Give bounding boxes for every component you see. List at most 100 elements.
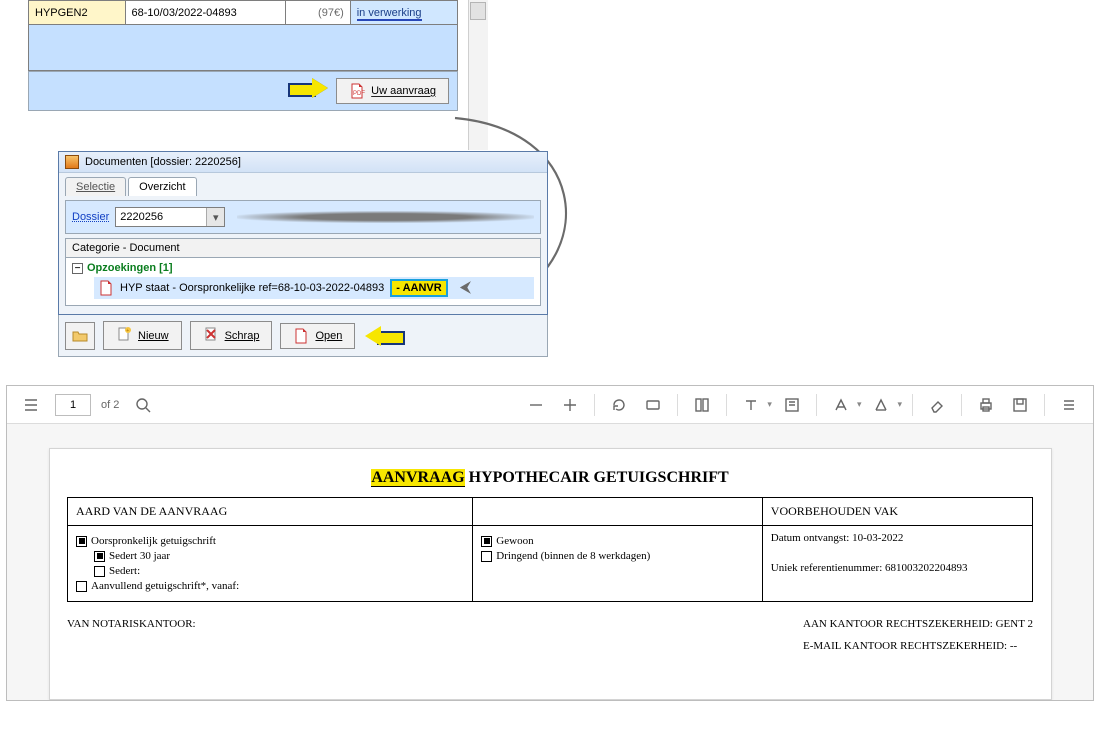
col3-line1: Datum ontvangst: 10-03-2022 xyxy=(771,532,1024,544)
open-label: Open xyxy=(315,330,342,342)
nieuw-label: Nieuw xyxy=(138,330,169,342)
pdf-icon xyxy=(98,280,114,296)
cell-status: in verwerking xyxy=(350,1,457,25)
new-icon: + xyxy=(116,326,132,345)
pdf-page: AANVRAAG HYPOTHECAIR GETUIGSCHRIFT AARD … xyxy=(49,448,1052,700)
delete-icon xyxy=(203,326,219,345)
separator xyxy=(1044,394,1045,416)
more-button[interactable] xyxy=(1055,391,1083,419)
checkbox-icon xyxy=(481,551,492,562)
pdf-icon xyxy=(293,328,309,344)
chevron-down-icon[interactable]: ▾ xyxy=(206,208,224,226)
tree-group-opzoekingen[interactable]: − Opzoekingen [1] xyxy=(72,262,534,274)
uw-aanvraag-label: Uw aanvraag xyxy=(371,85,436,98)
window-title: Documenten [dossier: 2220256] xyxy=(85,156,241,168)
tab-selectie[interactable]: Selectie xyxy=(65,177,126,196)
separator xyxy=(594,394,595,416)
print-button[interactable] xyxy=(972,391,1000,419)
erase-tool-button[interactable] xyxy=(923,391,951,419)
chk-label: Sedert: xyxy=(109,565,140,577)
chevron-down-icon[interactable]: ▾ xyxy=(767,399,772,410)
sidebar-toggle-button[interactable] xyxy=(17,391,45,419)
document-tree: − Opzoekingen [1] HYP staat - Oorspronke… xyxy=(66,258,540,305)
cell-ref: 68-10/03/2022-04893 xyxy=(125,1,286,25)
zoom-out-button[interactable] xyxy=(522,391,550,419)
chevron-down-icon[interactable]: ▾ xyxy=(897,399,902,410)
tree-leaf-tag: - AANVR xyxy=(390,279,447,297)
fit-width-button[interactable] xyxy=(639,391,667,419)
request-form-table: AARD VAN DE AANVRAAG VOORBEHOUDEN VAK Oo… xyxy=(67,497,1033,602)
scroll-thumb[interactable] xyxy=(470,2,486,20)
tree-leaf-hypstaat[interactable]: HYP staat - Oorspronkelijke ref=68-10-03… xyxy=(94,277,534,299)
tab-overzicht[interactable]: Overzicht xyxy=(128,177,196,196)
app-icon xyxy=(65,155,79,169)
chevron-down-icon[interactable]: ▾ xyxy=(857,399,862,410)
pdf-viewer: of 2 ▾ ▾ ▾ xyxy=(6,385,1094,701)
checkbox-icon xyxy=(481,536,492,547)
grid-blank-area xyxy=(29,25,458,71)
dossier-combo[interactable]: ▾ xyxy=(115,207,225,227)
tabs: Selectie Overzicht xyxy=(59,173,547,196)
annotation-arrow-icon xyxy=(363,326,405,346)
draw-tool-button[interactable] xyxy=(867,391,895,419)
col3-line2: Uniek referentienummer: 681003202204893 xyxy=(771,562,1024,574)
search-button[interactable] xyxy=(129,391,157,419)
title-highlight: AANVRAAG xyxy=(371,469,464,487)
chk-label: Dringend (binnen de 8 werkdagen) xyxy=(496,550,650,562)
checkbox-icon xyxy=(76,581,87,592)
checkbox-icon xyxy=(94,566,105,577)
form-footer: VAN NOTARISKANTOOR: AAN KANTOOR RECHTSZE… xyxy=(67,618,1033,652)
folder-button[interactable] xyxy=(65,322,95,350)
svg-text:PDF: PDF xyxy=(353,91,365,97)
footer-left: VAN NOTARISKANTOOR: xyxy=(67,618,196,652)
text-tool-button[interactable] xyxy=(737,391,765,419)
chk-label: Oorspronkelijk getuigschrift xyxy=(91,535,216,547)
table-row[interactable]: HYPGEN2 68-10/03/2022-04893 (97€) in ver… xyxy=(29,1,458,25)
note-tool-button[interactable] xyxy=(778,391,806,419)
window-titlebar[interactable]: Documenten [dossier: 2220256] xyxy=(59,152,547,173)
document-title: AANVRAAG HYPOTHECAIR GETUIGSCHRIFT xyxy=(50,469,1051,487)
category-panel: Categorie - Document − Opzoekingen [1] H… xyxy=(65,238,541,306)
separator xyxy=(912,394,913,416)
collapse-icon[interactable]: − xyxy=(72,263,83,274)
documenten-window: Documenten [dossier: 2220256] Selectie O… xyxy=(58,151,548,315)
schrap-label: Schrap xyxy=(225,330,260,342)
highlight-tool-button[interactable] xyxy=(827,391,855,419)
separator xyxy=(726,394,727,416)
zoom-in-button[interactable] xyxy=(556,391,584,419)
page-number-input[interactable] xyxy=(55,394,91,416)
scrollbar-stub xyxy=(468,0,488,150)
cell-type: HYPGEN2 xyxy=(29,1,126,25)
annotation-arrow-icon xyxy=(288,78,330,98)
save-button[interactable] xyxy=(1006,391,1034,419)
col3-header: VOORBEHOUDEN VAK xyxy=(771,504,1024,519)
rotate-button[interactable] xyxy=(605,391,633,419)
separator xyxy=(677,394,678,416)
page-view-button[interactable] xyxy=(688,391,716,419)
cell-price: (97€) xyxy=(286,1,350,25)
tree-leaf-text: HYP staat - Oorspronkelijke ref=68-10-03… xyxy=(120,282,384,294)
dossier-row: Dossier ▾ xyxy=(65,200,541,234)
chk-label: Gewoon xyxy=(496,535,533,547)
pdf-page-area[interactable]: AANVRAAG HYPOTHECAIR GETUIGSCHRIFT AARD … xyxy=(7,424,1093,700)
uw-aanvraag-button[interactable]: PDF Uw aanvraag xyxy=(336,78,449,104)
open-button[interactable]: Open xyxy=(280,323,355,349)
dossier-label[interactable]: Dossier xyxy=(72,211,109,223)
schrap-button[interactable]: Schrap xyxy=(190,321,273,350)
documenten-toolbar: + Nieuw Schrap Open xyxy=(58,315,548,357)
nieuw-button[interactable]: + Nieuw xyxy=(103,321,182,350)
result-grid: HYPGEN2 68-10/03/2022-04893 (97€) in ver… xyxy=(28,0,458,71)
footer-right-1: AAN KANTOOR RECHTSZEKERHEID: GENT 2 xyxy=(803,618,1033,630)
chk-label: Sedert 30 jaar xyxy=(109,550,170,562)
dossier-input[interactable] xyxy=(116,208,206,226)
action-bar: PDF Uw aanvraag xyxy=(28,71,458,111)
pdf-icon: PDF xyxy=(349,83,365,99)
checkbox-icon xyxy=(76,536,87,547)
col1-header: AARD VAN DE AANVRAAG xyxy=(76,504,464,519)
footer-right-2: E-MAIL KANTOOR RECHTSZEKERHEID: -- xyxy=(803,640,1033,652)
svg-text:+: + xyxy=(126,328,129,334)
pdf-toolbar: of 2 ▾ ▾ ▾ xyxy=(7,386,1093,424)
category-header: Categorie - Document xyxy=(66,239,540,258)
page-total-label: of 2 xyxy=(101,399,119,411)
chk-label: Aanvullend getuigschrift*, vanaf: xyxy=(91,580,239,592)
